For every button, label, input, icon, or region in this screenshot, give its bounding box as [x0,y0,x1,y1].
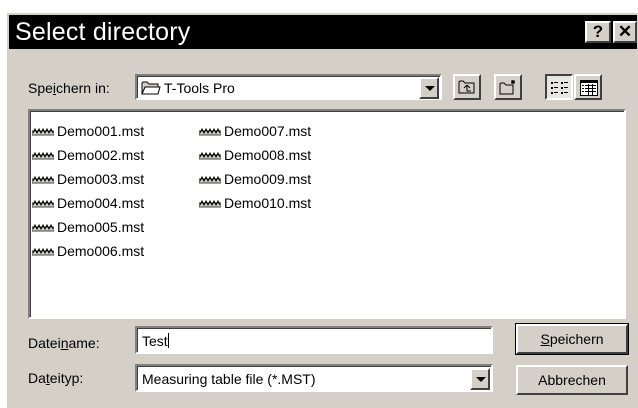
measuring-table-file-icon [31,242,55,262]
filetype-dropdown[interactable]: Measuring table file (*.MST) [135,364,493,392]
file-name: Demo008.mst [224,147,312,163]
list-view-button[interactable] [545,74,573,100]
save-in-label: Speichern in: [28,79,110,97]
folder-icon [141,80,161,98]
help-button[interactable]: ? [585,21,611,43]
filetype-label-part: eityp: [49,370,84,386]
file-name: Demo009.mst [224,171,312,187]
window-title: Select directory [15,18,191,46]
file-name: Demo007.mst [224,123,312,139]
file-list-item[interactable]: Demo010.mst [198,193,312,214]
measuring-table-file-icon [31,218,55,238]
file-list-item[interactable]: Demo003.mst [31,169,145,190]
details-view-icon [580,80,598,99]
file-list-item[interactable]: Demo005.mst [31,217,145,238]
chevron-down-icon[interactable] [419,77,439,99]
save-in-label-part: Spe [28,80,53,96]
file-list-item[interactable]: Demo004.mst [31,193,145,214]
text-caret [167,333,169,348]
file-list-item[interactable]: Demo009.mst [198,169,312,190]
close-button[interactable]: ✕ [613,21,637,43]
file-name: Demo006.mst [57,243,145,259]
measuring-table-file-icon [198,146,222,166]
file-list-item[interactable]: Demo007.mst [198,121,312,142]
file-name: Demo003.mst [57,171,145,187]
filename-value: Test [142,332,169,350]
save-button-accel: S [540,331,550,347]
file-name: Demo005.mst [57,219,145,235]
measuring-table-file-icon [31,122,55,142]
filename-label-part: ame: [68,335,100,351]
save-in-label-part: chern in: [56,80,110,96]
filetype-value: Measuring table file (*.MST) [142,371,316,387]
file-name: Demo010.mst [224,195,312,211]
file-list-item[interactable]: Demo001.mst [31,121,145,142]
file-name: Demo004.mst [57,195,145,211]
file-list-item[interactable]: Demo006.mst [31,241,145,262]
file-name: Demo001.mst [57,123,145,139]
measuring-table-file-icon [31,170,55,190]
filename-text: Test [142,333,168,349]
cancel-button[interactable]: Abbrechen [516,365,628,395]
save-in-dropdown[interactable]: T-Tools Pro [135,74,442,100]
title-bar[interactable]: Select directory ? ✕ [9,15,637,49]
up-one-level-icon [458,79,476,98]
filetype-label-part: Da [28,370,46,386]
file-list[interactable]: Demo001.mst Demo002.mst Demo003.mst Demo004… [28,109,626,319]
select-directory-dialog: Select directory ? ✕ Speichern in: T-Too… [6,12,638,408]
save-button-label: peichern [549,331,604,347]
filename-input[interactable]: Test [135,326,493,354]
measuring-table-file-icon [198,170,222,190]
filetype-label: Dateityp: [28,369,83,387]
measuring-table-file-icon [198,122,222,142]
measuring-table-file-icon [31,146,55,166]
create-new-folder-button[interactable] [494,74,522,100]
file-list-item[interactable]: Demo002.mst [31,145,145,166]
filename-label-part: Datei [28,335,61,351]
chevron-down-icon[interactable] [470,368,490,390]
save-button[interactable]: Speichern [515,323,629,355]
file-list-item[interactable]: Demo008.mst [198,145,312,166]
measuring-table-file-icon [198,194,222,214]
up-one-level-button[interactable] [453,74,481,100]
current-folder-name: T-Tools Pro [164,80,235,96]
details-view-button[interactable] [574,74,602,100]
list-view-icon [551,81,569,98]
filename-label: Dateiname: [28,334,100,352]
create-new-folder-icon [499,79,517,98]
file-name: Demo002.mst [57,147,145,163]
measuring-table-file-icon [31,194,55,214]
